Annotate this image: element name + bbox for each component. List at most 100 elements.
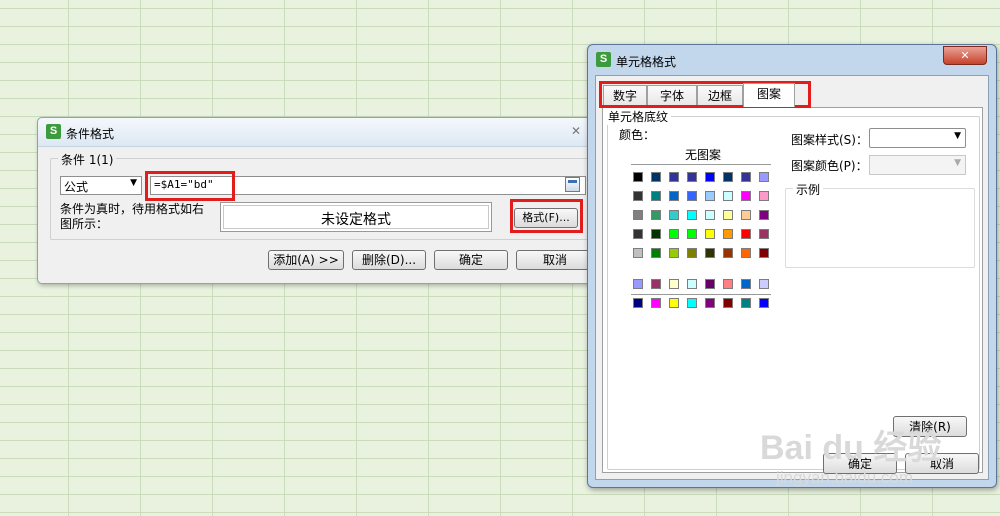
color-swatch[interactable] (705, 279, 715, 289)
format-button[interactable]: 格式(F)... (514, 208, 578, 228)
tab-font[interactable]: 字体 (647, 85, 697, 107)
color-swatch[interactable] (723, 298, 733, 308)
color-swatch[interactable] (723, 191, 733, 201)
color-swatch[interactable] (723, 229, 733, 239)
color-label: 颜色： (619, 128, 656, 142)
color-swatch[interactable] (687, 279, 697, 289)
conditional-format-dialog: S 条件格式 ✕ 条件 1(1) 公式 ▼ =$A1="bd" 条件为真时，待用… (37, 117, 600, 284)
color-swatch[interactable] (759, 229, 769, 239)
color-swatch[interactable] (633, 229, 643, 239)
pattern-tab-page: 单元格底纹 颜色： 无图案 图案样式(S)： ▼ 图案颜色(P)： ▼ 示例 清… (602, 107, 983, 473)
sample-group (785, 188, 975, 268)
palette-divider (631, 294, 771, 295)
color-swatch[interactable] (651, 210, 661, 220)
color-swatch[interactable] (651, 229, 661, 239)
color-swatch[interactable] (705, 210, 715, 220)
color-swatch[interactable] (633, 191, 643, 201)
tab-pattern[interactable]: 图案 (743, 83, 795, 107)
color-swatch[interactable] (759, 172, 769, 182)
color-swatch[interactable] (759, 298, 769, 308)
close-icon: ✕ (960, 49, 970, 62)
color-swatch[interactable] (669, 210, 679, 220)
color-swatch[interactable] (633, 279, 643, 289)
color-swatch[interactable] (759, 191, 769, 201)
add-condition-button[interactable]: 添加(A) >> (268, 250, 344, 270)
pattern-color-select[interactable]: ▼ (869, 155, 966, 175)
app-logo-icon: S (46, 124, 61, 139)
pattern-style-select[interactable]: ▼ (869, 128, 966, 148)
color-swatch[interactable] (633, 298, 643, 308)
color-swatch[interactable] (687, 210, 697, 220)
preview-description: 条件为真时，待用格式如右图所示： (60, 202, 205, 231)
color-swatch[interactable] (741, 298, 751, 308)
color-swatch[interactable] (687, 191, 697, 201)
color-swatch[interactable] (759, 210, 769, 220)
cond-dialog-title: 条件格式 (66, 127, 115, 141)
chevron-down-icon: ▼ (130, 178, 137, 188)
cell-shading-label: 单元格底纹 (605, 108, 672, 125)
color-swatch[interactable] (741, 210, 751, 220)
color-swatch[interactable] (723, 210, 733, 220)
color-swatch[interactable] (633, 172, 643, 182)
ok-button[interactable]: 确定 (434, 250, 508, 270)
color-swatch[interactable] (651, 248, 661, 258)
watermark-url: jingyan.baidu.com (776, 468, 914, 487)
formula-input[interactable]: =$A1="bd" (150, 176, 586, 195)
tab-strip: 数字 字体 边框 图案 (603, 83, 983, 109)
color-swatch[interactable] (741, 172, 751, 182)
color-swatch[interactable] (705, 248, 715, 258)
color-swatch[interactable] (741, 191, 751, 201)
color-swatch[interactable] (669, 298, 679, 308)
color-swatch[interactable] (633, 210, 643, 220)
color-swatch[interactable] (741, 279, 751, 289)
condition-group-label: 条件 1(1) (58, 151, 117, 168)
color-swatch[interactable] (687, 172, 697, 182)
color-swatch[interactable] (633, 248, 643, 258)
color-swatch[interactable] (651, 172, 661, 182)
cancel-button[interactable]: 取消 (516, 250, 594, 270)
sample-label: 示例 (793, 181, 824, 198)
close-icon[interactable]: ✕ (571, 124, 581, 138)
color-swatch[interactable] (723, 279, 733, 289)
color-swatch[interactable] (651, 191, 661, 201)
color-swatch[interactable] (705, 191, 715, 201)
color-swatch[interactable] (705, 229, 715, 239)
close-button[interactable]: ✕ (943, 46, 987, 65)
color-swatch[interactable] (669, 172, 679, 182)
color-swatch[interactable] (759, 279, 769, 289)
color-swatch[interactable] (669, 191, 679, 201)
color-swatch[interactable] (723, 172, 733, 182)
color-swatch[interactable] (687, 248, 697, 258)
range-picker-icon[interactable] (565, 177, 580, 192)
color-swatch[interactable] (687, 298, 697, 308)
pattern-style-label: 图案样式(S)： (791, 133, 868, 147)
color-swatch[interactable] (669, 248, 679, 258)
pattern-color-label: 图案颜色(P)： (791, 159, 868, 173)
cell-titlebar[interactable]: S 单元格格式 ✕ (588, 45, 996, 73)
cell-dialog-title: 单元格格式 (616, 55, 677, 69)
color-swatch[interactable] (741, 248, 751, 258)
color-swatch[interactable] (723, 248, 733, 258)
no-pattern-option[interactable]: 无图案 (685, 146, 721, 163)
color-swatch[interactable] (687, 229, 697, 239)
condition-type-select[interactable]: 公式 ▼ (60, 176, 142, 195)
color-swatch[interactable] (669, 279, 679, 289)
tab-number[interactable]: 数字 (603, 85, 647, 107)
color-swatch[interactable] (741, 229, 751, 239)
baidu-watermark: Bai du 经验 jingyan.baidu.com (760, 420, 1000, 500)
chevron-down-icon: ▼ (954, 131, 961, 141)
format-preview-box: 未设定格式 (220, 202, 492, 232)
color-swatch[interactable] (705, 172, 715, 182)
delete-condition-button[interactable]: 删除(D)... (352, 250, 426, 270)
color-swatch[interactable] (651, 298, 661, 308)
tab-border[interactable]: 边框 (697, 85, 743, 107)
cond-titlebar[interactable]: S 条件格式 ✕ (38, 118, 599, 147)
app-logo-icon: S (596, 52, 611, 67)
color-swatch[interactable] (669, 229, 679, 239)
color-swatch[interactable] (651, 279, 661, 289)
watermark-brand: Bai du 经验 (760, 429, 942, 467)
color-swatch[interactable] (705, 298, 715, 308)
palette-divider (631, 164, 771, 165)
color-swatch[interactable] (759, 248, 769, 258)
chevron-down-icon: ▼ (954, 158, 961, 168)
